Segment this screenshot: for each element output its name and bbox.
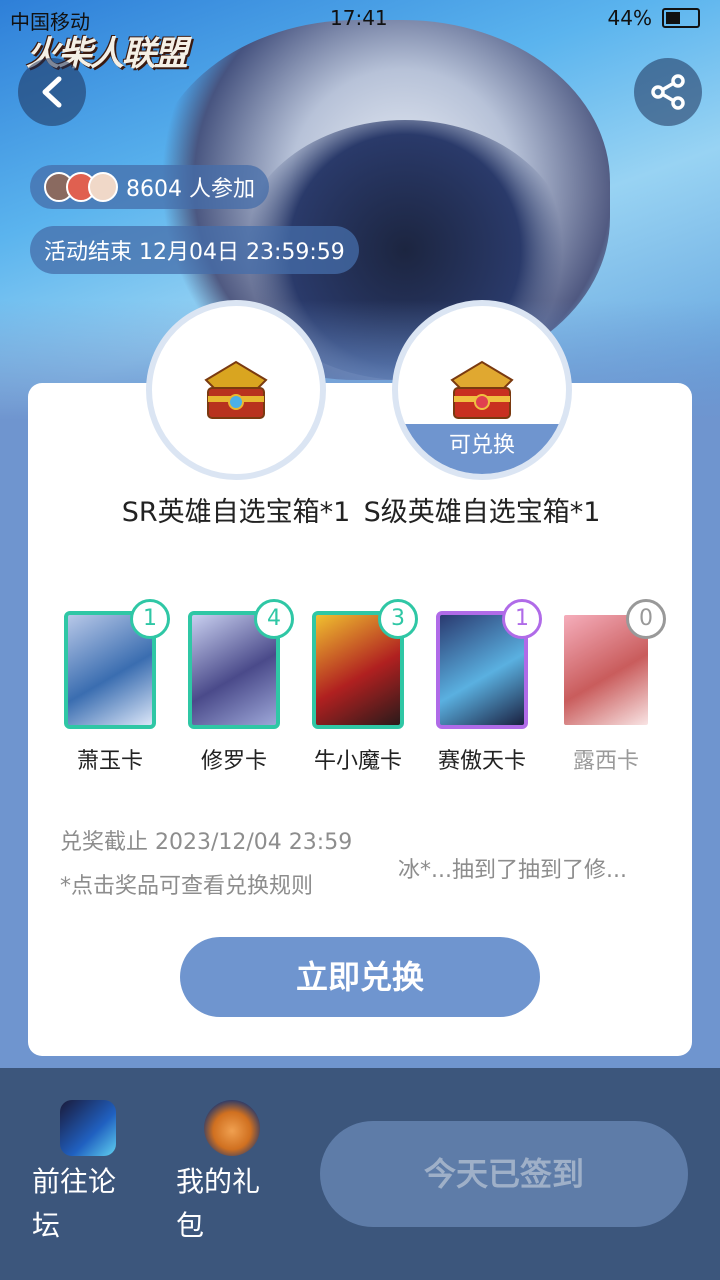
prize-s-chest[interactable]: 可兑换 [392,300,572,480]
hero-card-label: 萧玉卡 [76,749,143,774]
back-arrow-icon [42,76,62,108]
hero-count-badge: 1 [502,599,542,639]
prize-name: S级英雄自选宝箱*1 [363,497,601,528]
prize-sr-chest[interactable] [146,300,326,480]
battery-percent: 44% [607,6,652,30]
hero-count-badge: 1 [130,599,170,639]
hero-card-label: 赛傲天卡 [437,749,526,774]
hero-card-label: 露西卡 [572,749,639,774]
treasure-chest-icon [450,360,514,419]
participants-chip: 8604 人参加 [30,165,269,209]
my-gifts-link[interactable]: 我的礼 包 [176,1160,260,1248]
redeem-deadline: 兑奖截止 2023/12/04 23:59 [60,830,353,855]
hero-count-badge: 3 [378,599,418,639]
back-button[interactable] [18,58,86,126]
gift-pack-icon[interactable] [204,1100,260,1156]
forum-link[interactable]: 前往论 坛 [32,1160,116,1248]
signed-in-today-button[interactable]: 今天已签到 [320,1121,688,1227]
hero-card-label: 修罗卡 [200,749,267,774]
battery-icon [662,8,700,28]
avatar [88,172,118,202]
rules-note[interactable]: *点击奖品可查看兑换规则 [60,868,313,900]
share-icon [651,74,685,110]
winner-ticker: 冰*...抽到了抽到了修... [398,858,627,883]
hero-count-badge: 0 [626,599,666,639]
redeem-now-button[interactable]: 立即兑换 [180,937,540,1017]
clock: 17:41 [330,6,388,30]
share-button[interactable] [634,58,702,126]
hero-card-label: 牛小魔卡 [313,749,402,774]
event-end-time: 活动结束 12月04日 23:59:59 [30,226,359,274]
prize-name: SR英雄自选宝箱*1 [121,497,351,528]
redeemable-tag: 可兑换 [398,424,566,474]
participants-count: 8604 人参加 [126,177,255,202]
treasure-chest-icon [204,360,268,419]
game-app-icon[interactable] [60,1100,116,1156]
hero-count-badge: 4 [254,599,294,639]
